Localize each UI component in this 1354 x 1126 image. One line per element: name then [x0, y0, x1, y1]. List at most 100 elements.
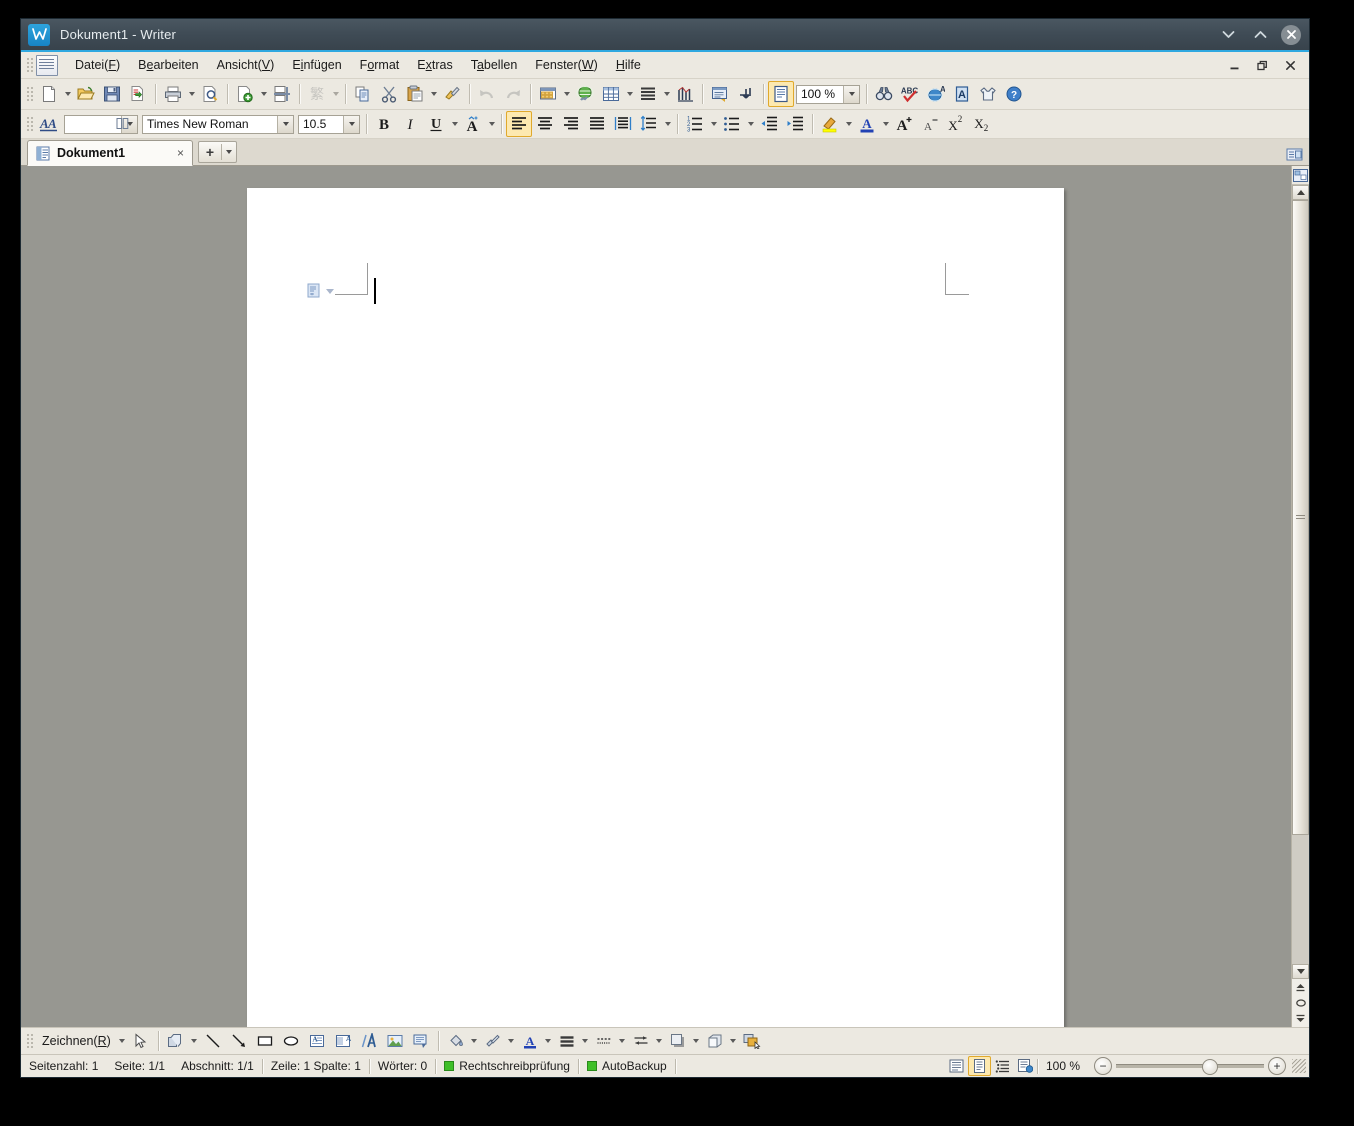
arrange-objects-icon[interactable]	[739, 1028, 765, 1054]
view-web-layout-button[interactable]	[1014, 1056, 1037, 1076]
chevron-down-icon[interactable]	[428, 82, 439, 106]
chevron-down-icon[interactable]	[449, 112, 460, 136]
hyperlink-icon[interactable]	[572, 81, 598, 107]
chevron-down-icon[interactable]	[277, 115, 293, 133]
chevron-down-icon[interactable]	[117, 1029, 128, 1053]
menu-extras[interactable]: Extras	[408, 55, 461, 75]
character-highlight-a-icon[interactable]: A	[460, 111, 486, 137]
menu-bearbeiten[interactable]: Bearbeiten	[129, 55, 207, 75]
view-normal-button[interactable]	[945, 1056, 968, 1076]
menu-einfuegen[interactable]: Einfügen	[283, 55, 350, 75]
cut-icon[interactable]	[376, 81, 402, 107]
zoom-slider-knob[interactable]	[1202, 1059, 1218, 1075]
chevron-down-icon[interactable]	[62, 82, 73, 106]
chevron-down-icon[interactable]	[654, 1029, 665, 1053]
decrease-indent-button[interactable]	[756, 111, 782, 137]
paragraph-style-combo[interactable]	[64, 114, 138, 134]
line-width-icon[interactable]	[554, 1028, 580, 1054]
chevron-down-icon[interactable]	[708, 112, 719, 136]
previous-page-button[interactable]	[1292, 979, 1309, 995]
status-spellcheck[interactable]: Rechtschreibprüfung	[436, 1059, 578, 1073]
export-pdf-icon[interactable]	[125, 81, 151, 107]
undo-icon[interactable]	[474, 81, 500, 107]
view-outline-button[interactable]	[991, 1056, 1014, 1076]
paste-icon[interactable]	[402, 81, 428, 107]
traditional-chinese-icon[interactable]: 繁	[304, 81, 330, 107]
navigation-button[interactable]	[1292, 995, 1309, 1011]
save-icon[interactable]	[99, 81, 125, 107]
font-size-combo[interactable]: 10.5	[298, 114, 360, 134]
menu-datei[interactable]: Datei(F)	[66, 55, 129, 75]
scroll-up-button[interactable]	[1292, 185, 1309, 200]
chevron-down-icon[interactable]	[469, 1029, 480, 1053]
close-icon[interactable]	[1279, 54, 1301, 76]
zoom-slider-track[interactable]	[1116, 1059, 1264, 1075]
drawing-toolbar-label[interactable]: Zeichnen(R)	[36, 1034, 117, 1048]
vertical-text-box-icon[interactable]: A	[330, 1028, 356, 1054]
scroll-down-button[interactable]	[1292, 964, 1309, 979]
chevron-down-icon[interactable]	[843, 85, 859, 103]
scrollbar-thumb[interactable]	[1292, 200, 1309, 835]
apply-style-aa-icon[interactable]: AA	[36, 111, 62, 137]
new-from-template-icon[interactable]	[232, 81, 258, 107]
select-arrow-icon[interactable]	[128, 1028, 154, 1054]
web-layout-icon[interactable]	[768, 81, 794, 107]
insert-image-icon[interactable]	[382, 1028, 408, 1054]
menubar-grip[interactable]	[25, 56, 33, 74]
chevron-down-icon[interactable]	[617, 1029, 628, 1053]
print-preview-icon[interactable]	[197, 81, 223, 107]
highlight-color-button[interactable]	[817, 111, 843, 137]
chevron-down-icon[interactable]	[580, 1029, 591, 1053]
menu-tabellen[interactable]: Tabellen	[462, 55, 527, 75]
arrow-line-icon[interactable]	[226, 1028, 252, 1054]
align-center-button[interactable]	[532, 111, 558, 137]
line-spacing-button[interactable]	[636, 111, 662, 137]
chevron-down-icon[interactable]	[661, 82, 672, 106]
line-icon[interactable]	[200, 1028, 226, 1054]
copy-icon[interactable]	[350, 81, 376, 107]
close-icon[interactable]	[1281, 24, 1301, 45]
increase-font-size-button[interactable]: A	[891, 111, 917, 137]
ellipse-icon[interactable]	[278, 1028, 304, 1054]
font-name-combo[interactable]: Times New Roman	[142, 114, 294, 134]
document-page[interactable]	[247, 188, 1064, 1027]
vertical-scrollbar[interactable]	[1291, 166, 1309, 1027]
underline-button[interactable]: U	[423, 111, 449, 137]
insert-table-grid-icon[interactable]	[535, 81, 561, 107]
scrollbar-track[interactable]	[1292, 835, 1309, 964]
next-page-button[interactable]	[1292, 1011, 1309, 1027]
table-icon[interactable]	[598, 81, 624, 107]
chart-columns-icon[interactable]	[672, 81, 698, 107]
menu-format[interactable]: Format	[351, 55, 409, 75]
chevron-up-icon[interactable]	[1249, 24, 1271, 46]
new-document-icon[interactable]	[36, 81, 62, 107]
chevron-down-icon[interactable]	[728, 1029, 739, 1053]
chevron-down-icon[interactable]	[691, 1029, 702, 1053]
unordered-list-button[interactable]	[719, 111, 745, 137]
chevron-down-icon[interactable]	[880, 112, 891, 136]
chevron-down-icon[interactable]	[1217, 24, 1239, 46]
chevron-down-icon[interactable]	[843, 112, 854, 136]
italic-button[interactable]: I	[397, 111, 423, 137]
zoom-combo[interactable]: 100 %	[796, 84, 860, 104]
chevron-down-icon[interactable]	[258, 82, 269, 106]
rectangle-icon[interactable]	[252, 1028, 278, 1054]
close-icon[interactable]: ×	[175, 146, 186, 160]
restore-icon[interactable]	[1251, 54, 1273, 76]
shirt-icon[interactable]	[975, 81, 1001, 107]
ordered-list-button[interactable]: 123	[682, 111, 708, 137]
fill-color-icon[interactable]	[443, 1028, 469, 1054]
toolbar-grip[interactable]	[25, 1032, 33, 1050]
status-zoom-value[interactable]: 100 %	[1038, 1059, 1088, 1073]
paragraph-lines-icon[interactable]	[635, 81, 661, 107]
format-paintbrush-icon[interactable]	[439, 81, 465, 107]
chevron-down-icon[interactable]	[326, 289, 334, 294]
document-canvas[interactable]	[21, 166, 1291, 1027]
chevron-down-icon[interactable]	[624, 82, 635, 106]
chevron-down-icon[interactable]	[121, 115, 137, 133]
chevron-down-icon[interactable]	[186, 82, 197, 106]
formatting-marks-icon[interactable]	[733, 81, 759, 107]
minimize-icon[interactable]	[1223, 54, 1245, 76]
subscript-button[interactable]: X2	[969, 111, 995, 137]
chevron-down-icon[interactable]	[343, 115, 359, 133]
